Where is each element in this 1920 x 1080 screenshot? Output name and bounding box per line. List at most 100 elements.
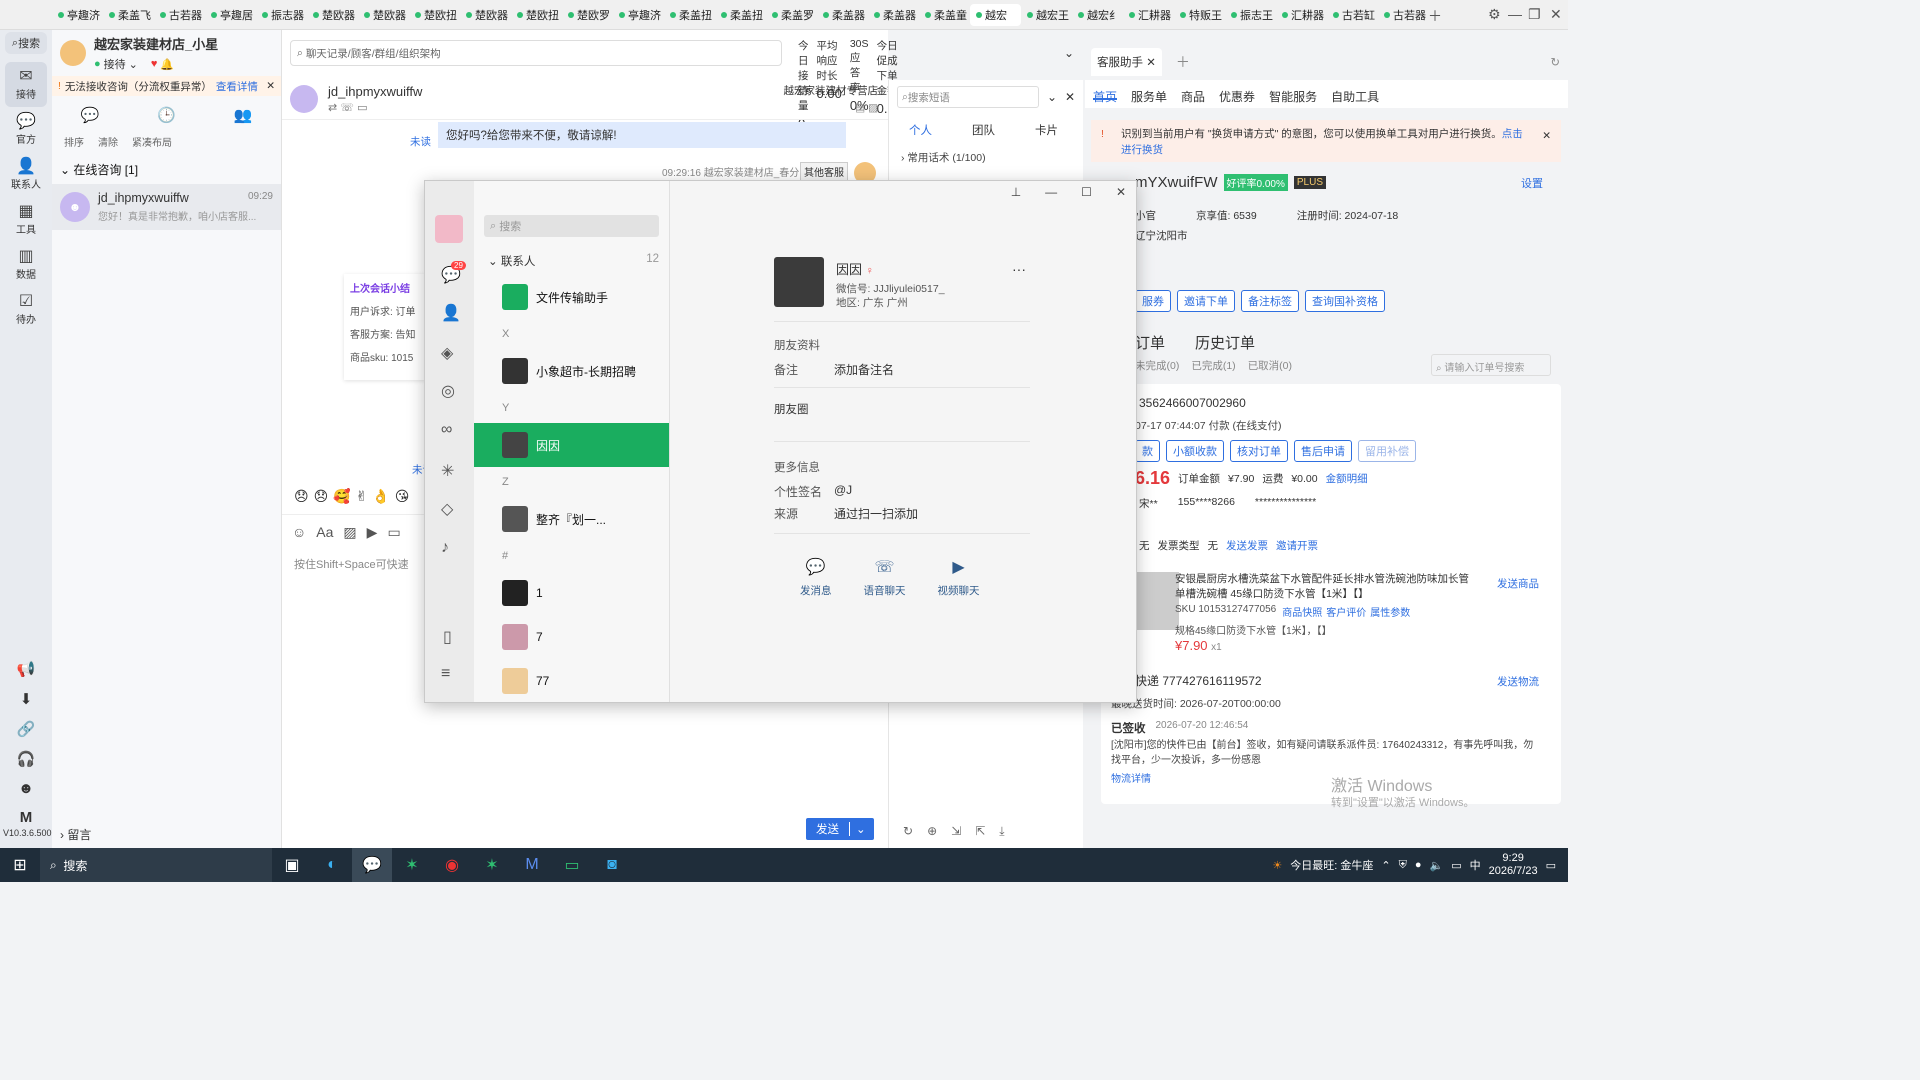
order-filter[interactable]: 已取消(0)	[1248, 358, 1292, 373]
download-icon[interactable]: ⬇	[20, 690, 33, 708]
order-tab[interactable]: 订单	[1135, 332, 1165, 353]
app-red-icon[interactable]: ◉	[432, 848, 472, 882]
wx-maximize-icon[interactable]: ☐	[1081, 185, 1092, 199]
taskbar-search[interactable]: ⌕ 搜索	[40, 848, 272, 882]
link-icon[interactable]: 🔗	[17, 720, 36, 738]
my-avatar[interactable]	[435, 215, 463, 243]
edge-icon[interactable]: ◐	[312, 848, 352, 882]
tab-item[interactable]: 柔盖扭	[664, 4, 715, 26]
customer-action-button[interactable]: 备注标签	[1241, 290, 1299, 312]
profile-avatar[interactable]	[774, 257, 824, 307]
phrase-tab[interactable]: 卡片	[1035, 122, 1058, 138]
assistant-nav-tab[interactable]: 优惠券	[1219, 88, 1255, 104]
pin-icon[interactable]: ⊥	[1011, 185, 1021, 199]
ime-indicator[interactable]: 中	[1470, 857, 1481, 873]
nav-item[interactable]: ▦ 工具	[0, 197, 52, 242]
export-icon[interactable]: ⇱	[975, 824, 985, 839]
windows-start-icon[interactable]: ⊞	[0, 848, 40, 882]
miniprogram-icon[interactable]: ◇	[441, 499, 453, 519]
channels-icon[interactable]: ∞	[441, 421, 452, 439]
assistant-nav-tab[interactable]: 服务单	[1131, 88, 1167, 104]
conversation-item[interactable]: ☻ jd_ihpmyxwuiffw 09:29 您好！真是非常抱歉，咱小店客服..…	[52, 184, 281, 230]
bag-icon[interactable]: ▨	[868, 102, 878, 114]
refresh-icon[interactable]: ↻	[903, 824, 913, 839]
close-panel-icon[interactable]: ✕	[1065, 90, 1075, 104]
tab-item[interactable]: 亭趣济	[613, 4, 664, 26]
online-group-label[interactable]: ⌄ 在线咨询 [1]	[52, 149, 281, 184]
order-action-button[interactable]: 售后申请	[1294, 440, 1352, 462]
order-action-button[interactable]: 留用补偿	[1358, 440, 1416, 462]
order-action-button[interactable]: 核对订单	[1230, 440, 1288, 462]
send-invoice-link[interactable]: 发送发票	[1226, 538, 1268, 553]
app-chat-icon[interactable]: ▭	[552, 848, 592, 882]
product-link[interactable]: 客户评价	[1326, 604, 1366, 619]
product-link[interactable]: 商品快照	[1282, 604, 1322, 619]
add-circle-icon[interactable]: ⊕	[927, 824, 937, 839]
order-filter[interactable]: 已完成(1)	[1191, 358, 1235, 373]
tab-item[interactable]: 古若缸	[1327, 4, 1378, 26]
settings-link[interactable]: 设置	[1521, 175, 1561, 191]
customer-action-button[interactable]: 邀请下单	[1177, 290, 1235, 312]
conv-action[interactable]: 清除	[98, 134, 118, 149]
moments-link[interactable]: 朋友圈	[774, 401, 809, 417]
common-phrases-group[interactable]: › 常用话术 (1/100)	[901, 150, 986, 165]
app-m-icon[interactable]: M	[512, 848, 552, 882]
wx-close-icon[interactable]: ✕	[1116, 185, 1126, 199]
logistics-detail-link[interactable]: 物流详情	[1111, 770, 1151, 785]
phrase-tab[interactable]: 团队	[972, 122, 995, 138]
app-star2-icon[interactable]: ✶	[472, 848, 512, 882]
nav-search-button[interactable]: ⌕ 搜索	[5, 32, 47, 54]
tab-item[interactable]: 越宏纟	[1072, 4, 1123, 26]
expand-chevron-icon[interactable]: ⌄	[1064, 46, 1074, 60]
assistant-nav-tab[interactable]: 首页	[1093, 88, 1118, 104]
search-feature-icon[interactable]: ✳	[441, 461, 454, 481]
assistant-nav-tab[interactable]: 商品	[1181, 88, 1205, 104]
volume-icon[interactable]: 🔈	[1430, 859, 1444, 872]
tab-item[interactable]: 振志王	[1225, 4, 1276, 26]
order-action-button[interactable]: 小额收款	[1166, 440, 1224, 462]
nav-item[interactable]: 💬 官方	[0, 107, 52, 152]
send-product-link[interactable]: 发送商品	[1497, 576, 1539, 591]
collapse-icon[interactable]: ⌄	[1047, 90, 1057, 104]
contacts-icon[interactable]: 👤	[441, 303, 461, 323]
tab-item[interactable]: 特贩王	[1174, 4, 1225, 26]
chevron-down-icon[interactable]: ⌄	[129, 58, 138, 71]
tab-item[interactable]: 楚欧扭	[409, 4, 460, 26]
tab-item[interactable]: 柔盖童	[919, 4, 970, 26]
nav-item[interactable]: 👤 联系人	[0, 152, 52, 197]
profile-action-button[interactable]: ☏ 语音聊天	[864, 557, 906, 598]
doc-icon[interactable]: ▤	[855, 102, 865, 114]
tray-up-icon[interactable]: ⌃	[1381, 859, 1390, 872]
m-logo-icon[interactable]: M	[20, 809, 33, 826]
font-icon[interactable]: Aa	[316, 524, 333, 541]
close-icon[interactable]: ✕	[1550, 6, 1562, 23]
tab-item[interactable]: 柔盖飞	[103, 4, 154, 26]
warning-link[interactable]: 查看详情	[216, 79, 258, 94]
history-tab-icon[interactable]: 🕒	[157, 106, 176, 124]
emoji-icon[interactable]: ☺	[292, 524, 306, 541]
moments-icon[interactable]: ◎	[441, 381, 455, 401]
tab-item[interactable]: 柔盖罗	[766, 4, 817, 26]
megaphone-icon[interactable]: 📢	[17, 660, 36, 678]
tab-item[interactable]: 亭趣济	[52, 4, 103, 26]
notification-icon[interactable]: ▭	[1546, 859, 1556, 872]
contacts-section-header[interactable]: ⌄ 联系人 12	[474, 237, 669, 269]
transfer-icon[interactable]: ⇄	[328, 102, 337, 114]
music-icon[interactable]: ♪	[441, 539, 449, 557]
chat-tab-icon[interactable]: 💬	[81, 106, 100, 124]
tab-item[interactable]: 楚欧器	[460, 4, 511, 26]
phrase-search-input[interactable]: ⌕ 搜索短语	[897, 86, 1039, 108]
contact-item[interactable]: 1	[474, 571, 669, 615]
nav-item[interactable]: ▥ 数据	[0, 242, 52, 287]
tab-item[interactable]: 振志器	[256, 4, 307, 26]
nav-item[interactable]: ☑ 待办	[0, 287, 52, 332]
contact-item[interactable]: 整齐『划一...	[474, 497, 669, 541]
tab-item[interactable]: 楚欧器	[358, 4, 409, 26]
contact-search-input[interactable]: ⌕ 搜索	[484, 215, 659, 237]
security-icon[interactable]: ⛨	[1399, 859, 1407, 872]
bot-icon[interactable]: ☻	[18, 780, 34, 797]
customer-action-button[interactable]: 查询国补资格	[1305, 290, 1385, 312]
app-bubble-icon[interactable]: ◙	[592, 848, 632, 882]
profile-action-button[interactable]: 💬 发消息	[800, 557, 832, 598]
tab-item[interactable]: 古若器	[1378, 4, 1429, 26]
